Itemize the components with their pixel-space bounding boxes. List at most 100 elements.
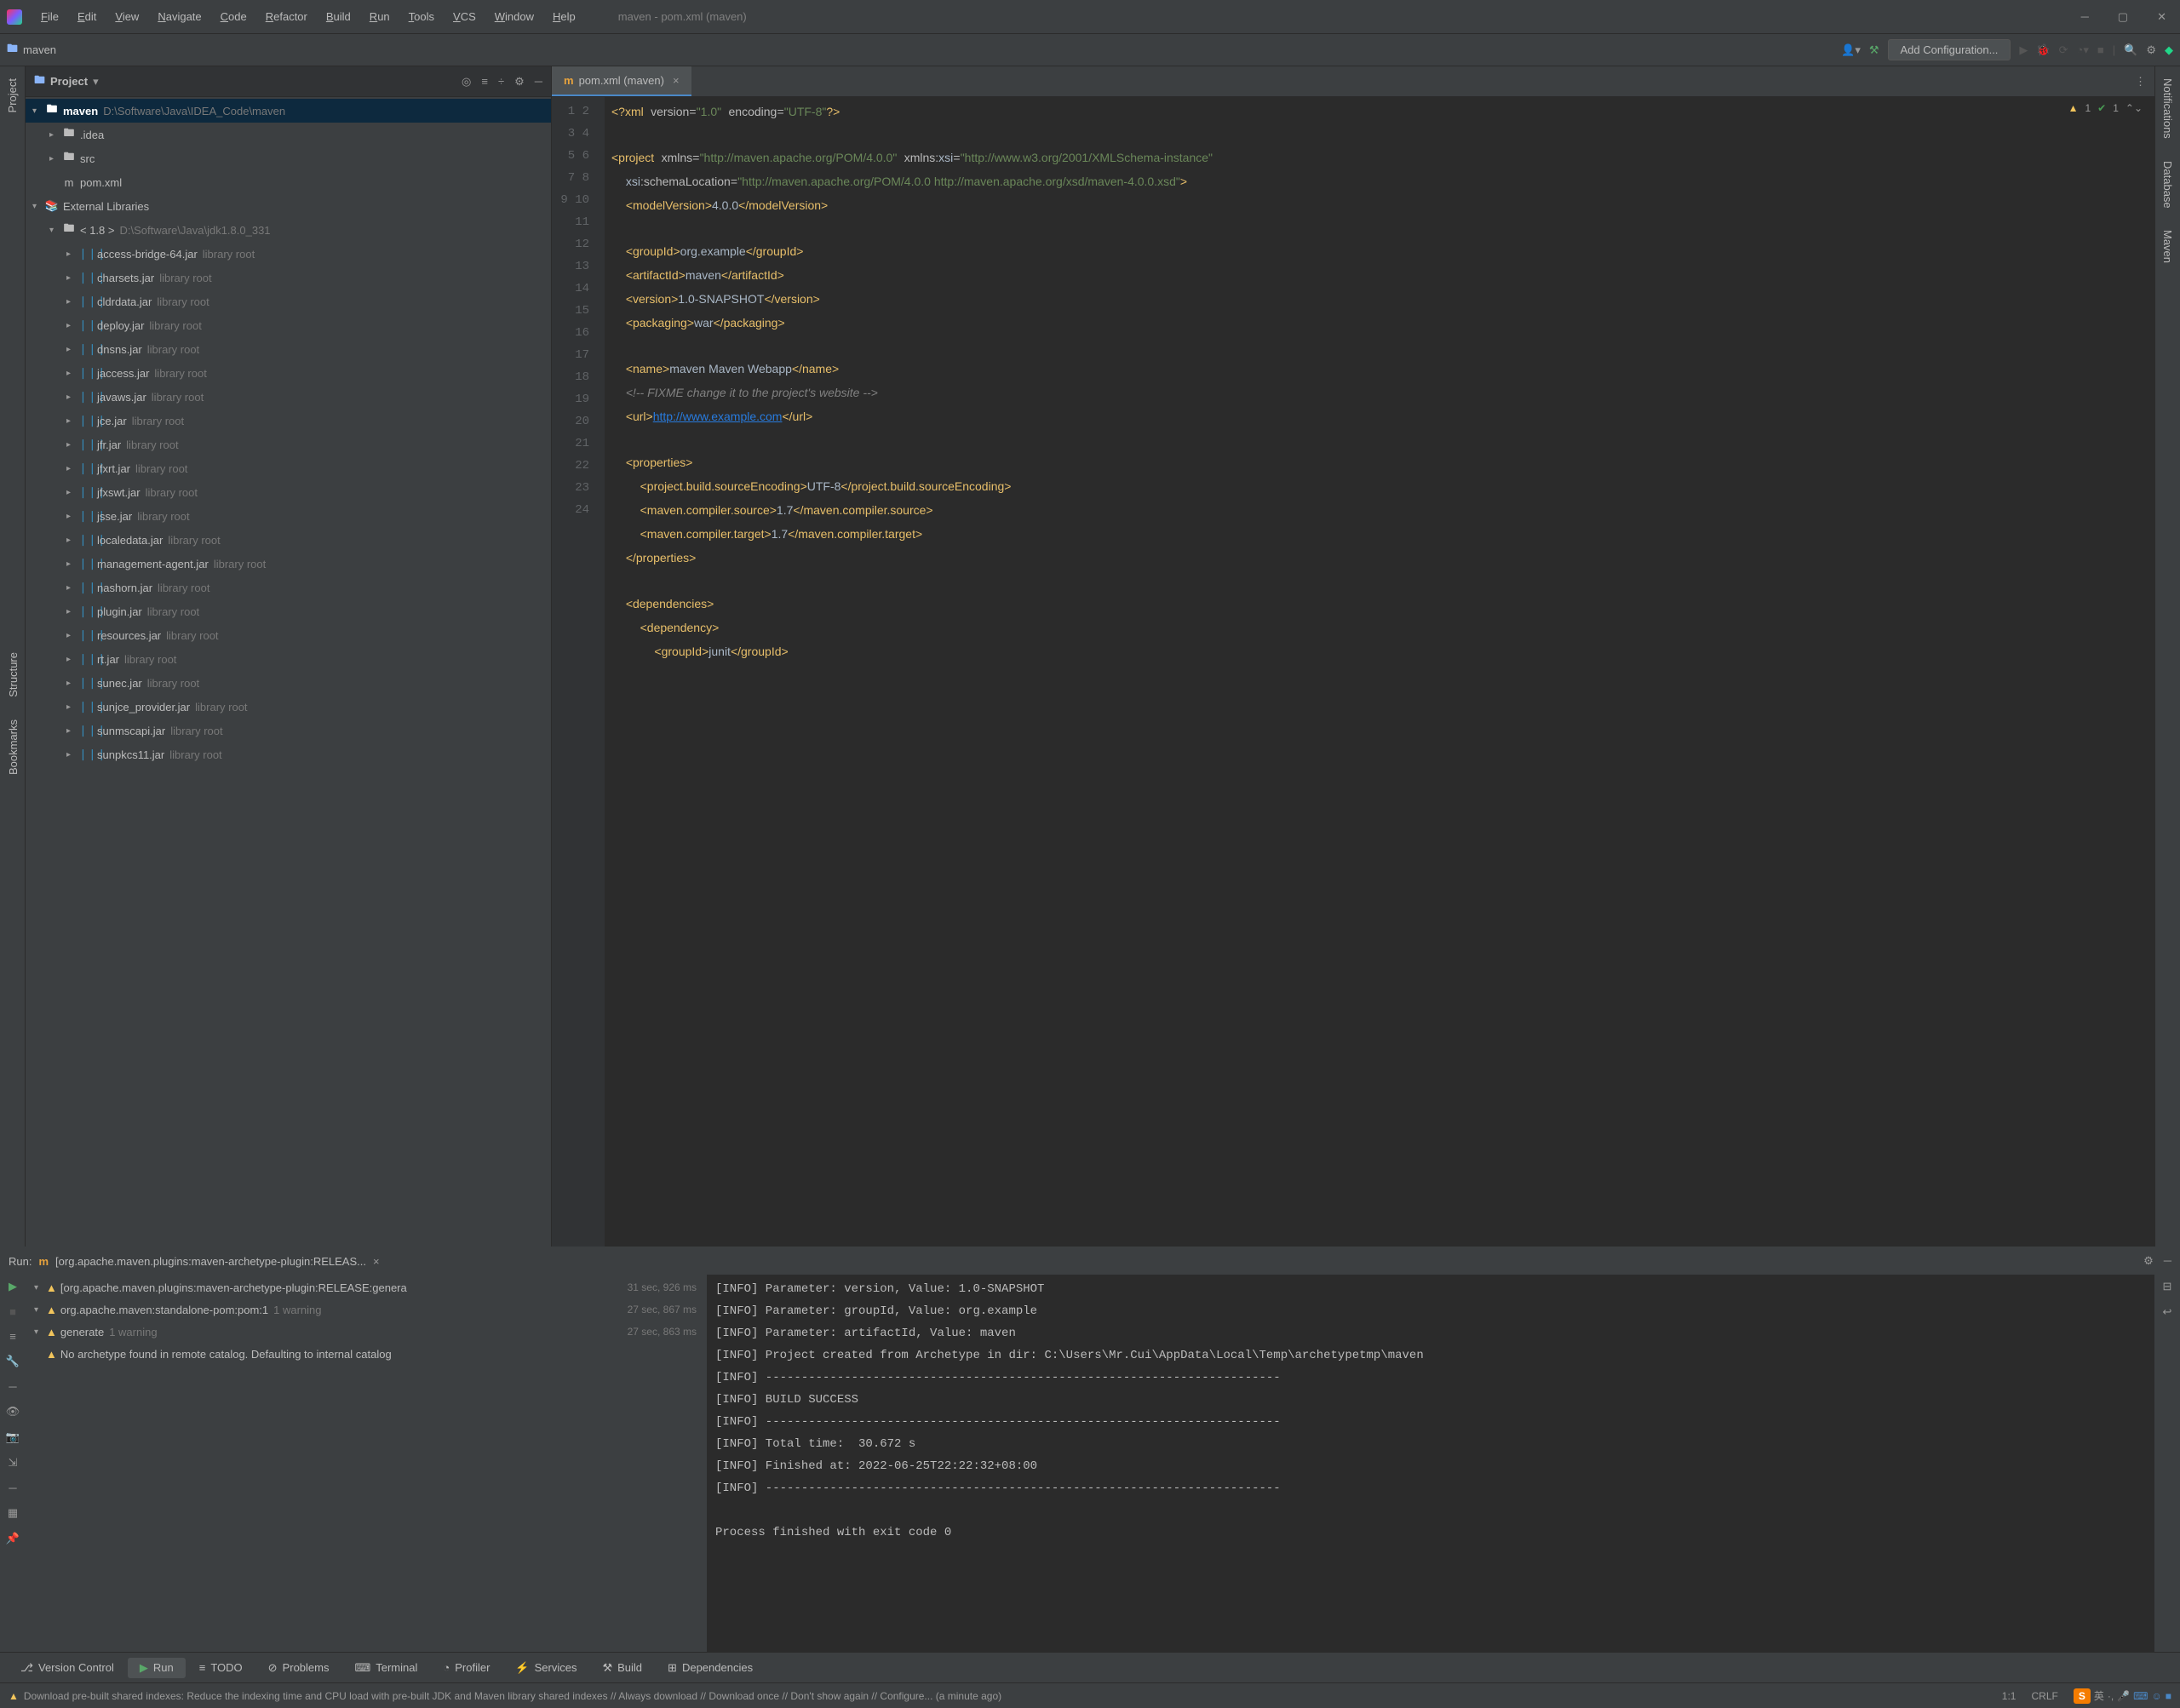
tree-row[interactable]: ▸❘❘❘jfxswt.jarlibrary root	[26, 480, 551, 504]
build-icon[interactable]: ⚒	[1869, 43, 1879, 57]
export-icon[interactable]: ⇲	[9, 1456, 18, 1470]
tab-more-icon[interactable]: ⋮	[2126, 66, 2154, 96]
chevron-up-down-icon[interactable]: ⌃⌄	[2126, 102, 2143, 114]
left-tab-structure[interactable]: Structure	[5, 647, 21, 702]
tree-row[interactable]: ▸❘❘❘sunjce_provider.jarlibrary root	[26, 695, 551, 719]
bottom-tab-profiler[interactable]: ◔Profiler	[431, 1658, 502, 1677]
status-warning-icon[interactable]: ▲	[9, 1690, 19, 1702]
bottom-tab-problems[interactable]: ⊘Problems	[256, 1658, 341, 1678]
menu-tools[interactable]: Tools	[400, 7, 443, 26]
menu-edit[interactable]: Edit	[69, 7, 105, 26]
filter-icon[interactable]: ≡	[9, 1330, 16, 1343]
tree-row[interactable]: ▸❘❘❘deploy.jarlibrary root	[26, 313, 551, 337]
menu-build[interactable]: Build	[318, 7, 359, 26]
debug-icon[interactable]: 🐞	[2036, 43, 2050, 57]
project-tree[interactable]: ▾🖿mavenD:\Software\Java\IDEA_Code\maven▸…	[26, 97, 551, 1247]
chevron-down-icon[interactable]: ▾	[93, 75, 99, 89]
tree-row[interactable]: ▸❘❘❘jfr.jarlibrary root	[26, 433, 551, 456]
menu-vcs[interactable]: VCS	[445, 7, 485, 26]
profile-icon[interactable]: ◔▾	[2077, 43, 2089, 57]
tree-row[interactable]: ▸❘❘❘nashorn.jarlibrary root	[26, 576, 551, 599]
right-tab-notifications[interactable]: Notifications	[2160, 73, 2176, 144]
pin-icon[interactable]: 📌	[6, 1532, 20, 1545]
camera-icon[interactable]: 📷	[6, 1430, 20, 1444]
bottom-tab-dependencies[interactable]: ⊞Dependencies	[656, 1658, 765, 1678]
tree-row[interactable]: ▸❘❘❘dnsns.jarlibrary root	[26, 337, 551, 361]
tree-row[interactable]: ▸❘❘❘javaws.jarlibrary root	[26, 385, 551, 409]
close-button[interactable]: ✕	[2150, 7, 2173, 27]
tree-row[interactable]: ▾📚External Libraries	[26, 194, 551, 218]
right-tab-database[interactable]: Database	[2160, 156, 2176, 214]
tree-row[interactable]: mpom.xml	[26, 170, 551, 194]
menu-view[interactable]: View	[106, 7, 147, 26]
status-position[interactable]: 1:1	[2002, 1690, 2016, 1702]
maximize-button[interactable]: ▢	[2111, 7, 2135, 27]
gear-icon[interactable]: ⚙	[2143, 1254, 2154, 1268]
run-tree-row[interactable]: ▾▲[org.apache.maven.plugins:maven-archet…	[26, 1276, 707, 1298]
menu-file[interactable]: File	[32, 7, 67, 26]
tree-row[interactable]: ▸🖿.idea	[26, 123, 551, 146]
bottom-tab-build[interactable]: ⚒Build	[590, 1658, 654, 1678]
ok-icon[interactable]: ✔	[2097, 102, 2106, 114]
search-icon[interactable]: 🔍	[2124, 43, 2137, 57]
project-header-title[interactable]: Project	[50, 75, 88, 88]
tree-row[interactable]: ▸❘❘❘access-bridge-64.jarlibrary root	[26, 242, 551, 266]
menu-help[interactable]: Help	[544, 7, 584, 26]
expand-icon[interactable]: ≡	[481, 75, 488, 89]
settings-icon[interactable]: 🔧	[6, 1355, 20, 1368]
tree-row[interactable]: ▸❘❘❘rt.jarlibrary root	[26, 647, 551, 671]
tree-row[interactable]: ▾🖿mavenD:\Software\Java\IDEA_Code\maven	[26, 99, 551, 123]
run-tree[interactable]: ▾▲[org.apache.maven.plugins:maven-archet…	[26, 1275, 707, 1652]
tree-row[interactable]: ▸❘❘❘localedata.jarlibrary root	[26, 528, 551, 552]
add-configuration-button[interactable]: Add Configuration...	[1888, 39, 2011, 60]
right-tab-maven[interactable]: Maven	[2160, 225, 2176, 268]
coverage-icon[interactable]: ⟳	[2059, 43, 2068, 57]
run-output[interactable]: [INFO] Parameter: version, Value: 1.0-SN…	[707, 1275, 2154, 1652]
bottom-tab-version-control[interactable]: ⎇Version Control	[9, 1658, 126, 1678]
bottom-tab-run[interactable]: ▶Run	[128, 1658, 186, 1678]
tree-row[interactable]: ▸❘❘❘jfxrt.jarlibrary root	[26, 456, 551, 480]
run-tree-row[interactable]: ▲No archetype found in remote catalog. D…	[26, 1343, 707, 1365]
run-config-name[interactable]: [org.apache.maven.plugins:maven-archetyp…	[55, 1255, 366, 1268]
tree-row[interactable]: ▸❘❘❘jce.jarlibrary root	[26, 409, 551, 433]
tree-row[interactable]: ▾🖿< 1.8 >D:\Software\Java\jdk1.8.0_331	[26, 218, 551, 242]
gear-icon[interactable]: ⚙	[514, 75, 525, 89]
ide-logo-icon[interactable]: ◆	[2165, 43, 2173, 57]
tree-row[interactable]: ▸🖿src	[26, 146, 551, 170]
ime-indicator[interactable]: S英·,🎤⌨☺■	[2074, 1688, 2171, 1704]
collapse-icon[interactable]: ÷	[498, 75, 504, 89]
tree-row[interactable]: ▸❘❘❘jaccess.jarlibrary root	[26, 361, 551, 385]
menu-window[interactable]: Window	[486, 7, 542, 26]
project-tool-tab[interactable]: Project	[4, 73, 20, 117]
close-icon[interactable]: ×	[673, 74, 680, 87]
stop-icon[interactable]: ■	[2097, 43, 2104, 56]
view-icon[interactable]: 👁	[6, 1405, 20, 1419]
menu-run[interactable]: Run	[361, 7, 399, 26]
layout-icon[interactable]: ▦	[8, 1506, 18, 1520]
code-area[interactable]: <?xml version="1.0" encoding="UTF-8"?> <…	[605, 97, 2154, 1247]
stop-icon[interactable]: ■	[9, 1305, 16, 1318]
minimize-button[interactable]: ─	[2074, 7, 2096, 27]
tree-row[interactable]: ▸❘❘❘plugin.jarlibrary root	[26, 599, 551, 623]
soft-wrap-icon[interactable]: ↩	[2163, 1305, 2172, 1319]
locate-icon[interactable]: ◎	[462, 75, 471, 89]
menu-navigate[interactable]: Navigate	[149, 7, 209, 26]
status-line-separator[interactable]: CRLF	[2031, 1690, 2057, 1702]
user-icon[interactable]: 👤▾	[1841, 43, 1861, 57]
run-tree-row[interactable]: ▾▲generate1 warning27 sec, 863 ms	[26, 1321, 707, 1343]
run-icon[interactable]: ▶	[2019, 43, 2028, 57]
warning-icon[interactable]: ▲	[2068, 102, 2079, 114]
rerun-icon[interactable]: ▶	[9, 1280, 17, 1293]
gear-icon[interactable]: ⚙	[2146, 43, 2156, 57]
tree-row[interactable]: ▸❘❘❘management-agent.jarlibrary root	[26, 552, 551, 576]
status-message[interactable]: Download pre-built shared indexes: Reduc…	[24, 1690, 1001, 1702]
menu-code[interactable]: Code	[212, 7, 255, 26]
run-tree-row[interactable]: ▾▲org.apache.maven:standalone-pom:pom:11…	[26, 1298, 707, 1321]
bottom-tab-services[interactable]: ⚡Services	[503, 1658, 588, 1678]
tree-row[interactable]: ▸❘❘❘jsse.jarlibrary root	[26, 504, 551, 528]
hide-icon[interactable]: ─	[2164, 1254, 2171, 1268]
tree-row[interactable]: ▸❘❘❘sunec.jarlibrary root	[26, 671, 551, 695]
tree-row[interactable]: ▸❘❘❘cldrdata.jarlibrary root	[26, 289, 551, 313]
menu-refactor[interactable]: Refactor	[257, 7, 316, 26]
tab-pom-xml[interactable]: m pom.xml (maven) ×	[552, 66, 691, 96]
